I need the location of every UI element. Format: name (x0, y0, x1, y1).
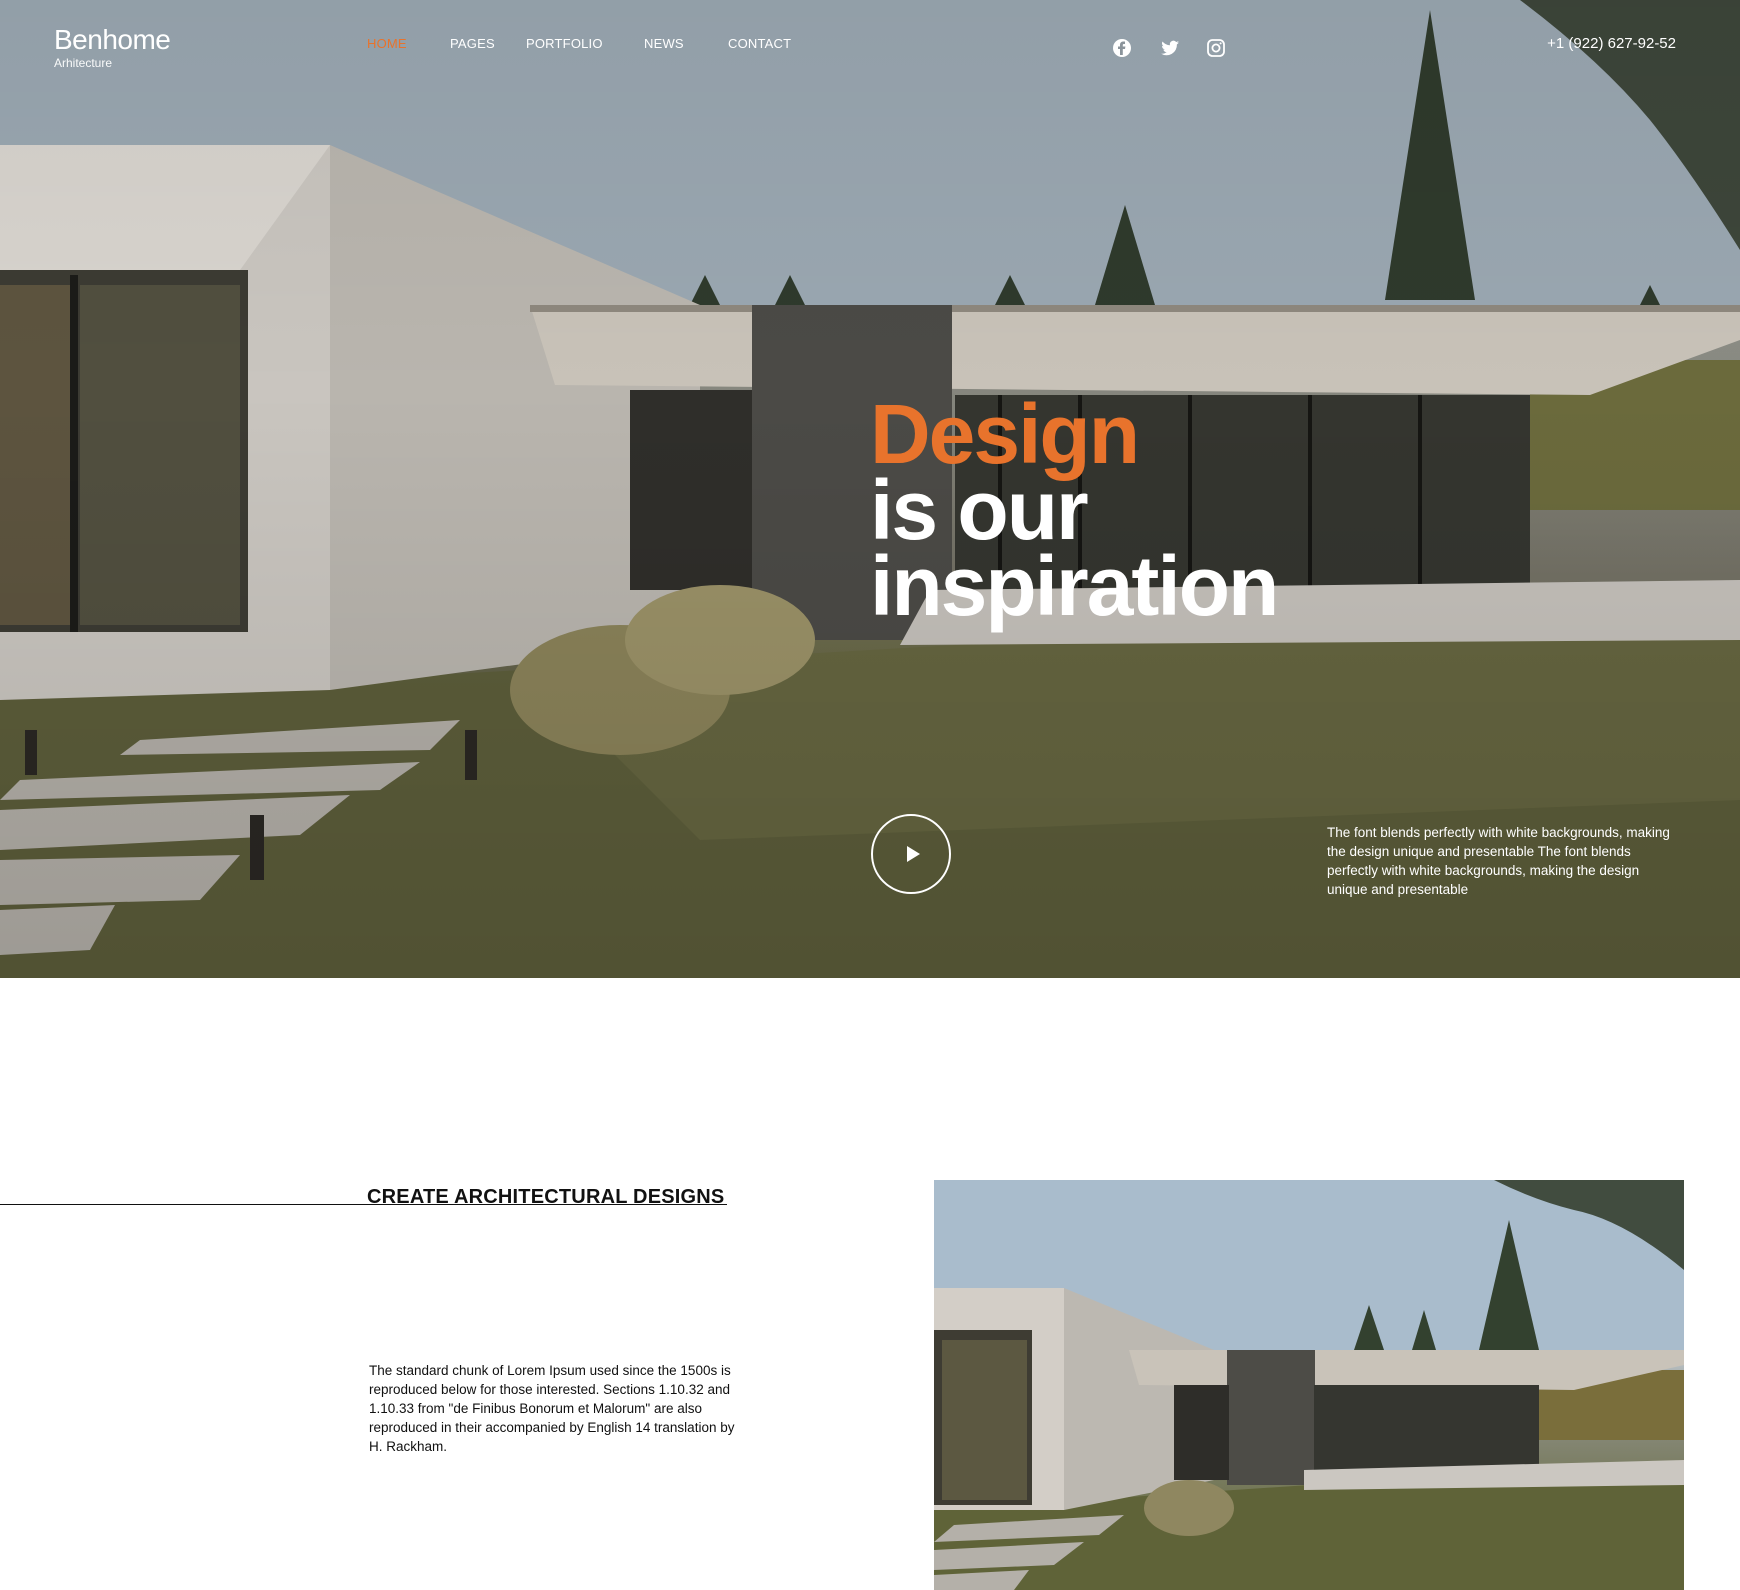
nav-item-home[interactable]: HOME (367, 36, 407, 51)
phone-number[interactable]: +1 (922) 627-92-52 (1547, 35, 1676, 52)
facebook-icon[interactable] (1112, 38, 1134, 60)
hero-description: The font blends perfectly with white bac… (1327, 825, 1670, 897)
section-body-text: The standard chunk of Lorem Ipsum used s… (369, 1363, 735, 1454)
section-house-image (934, 1180, 1684, 1590)
play-icon (907, 846, 920, 862)
hero-headline: Design is our inspiration (870, 387, 1279, 633)
headline-line-3: inspiration (870, 539, 1279, 633)
play-video-button[interactable] (871, 814, 951, 894)
hero-section: Benhome Arhitecture HOME PAGES PORTFOLIO… (0, 0, 1740, 978)
nav-item-contact[interactable]: CONTACT (728, 36, 791, 51)
twitter-icon[interactable] (1160, 38, 1182, 60)
headline-line-2: is our (870, 463, 1089, 557)
brand-title: Benhome (54, 24, 171, 55)
brand-logo[interactable]: Benhome Arhitecture (54, 24, 171, 70)
section-title: CREATE ARCHITECTURAL DESIGNS (367, 1186, 725, 1208)
instagram-icon[interactable] (1206, 38, 1228, 60)
nav-item-news[interactable]: NEWS (644, 36, 684, 51)
nav-item-portfolio[interactable]: PORTFOLIO (526, 36, 603, 51)
brand-subtitle: Arhitecture (54, 56, 113, 70)
headline-line-1: Design (870, 387, 1140, 481)
nav-item-pages[interactable]: PAGES (450, 36, 495, 51)
